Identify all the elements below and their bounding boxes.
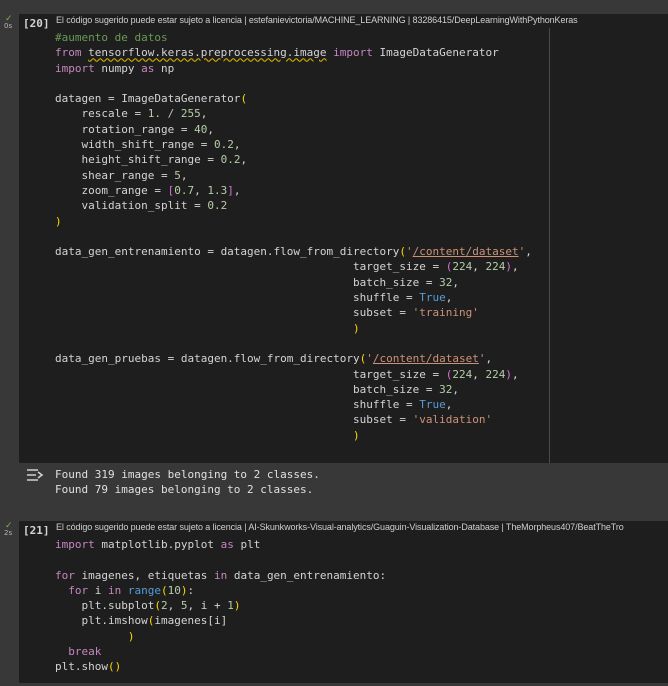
execution-count: [21] xyxy=(23,524,50,537)
execution-time: 0s xyxy=(4,22,13,30)
code-editor[interactable]: [21] El código sugerido puede estar suje… xyxy=(19,521,668,683)
output-text: Found 319 images belonging to 2 classes.… xyxy=(55,468,320,497)
code-content[interactable]: import matplotlib.pyplot as plt for imag… xyxy=(55,537,386,675)
output-menu-icon[interactable] xyxy=(26,468,44,482)
license-notice: El código sugerido puede estar sujeto a … xyxy=(56,15,578,25)
cell-output: Found 319 images belonging to 2 classes.… xyxy=(19,464,668,504)
output-line: Found 79 images belonging to 2 classes. xyxy=(55,482,314,496)
code-editor[interactable]: [20] El código sugerido puede estar suje… xyxy=(19,14,668,463)
license-notice: El código sugerido puede estar sujeto a … xyxy=(56,522,624,532)
ruler-line xyxy=(549,28,550,463)
output-line: Found 319 images belonging to 2 classes. xyxy=(55,468,320,481)
code-content[interactable]: #aumento de datos from tensorflow.keras.… xyxy=(55,30,532,443)
execution-count: [20] xyxy=(23,17,50,30)
execution-time: 2s xyxy=(4,529,13,537)
